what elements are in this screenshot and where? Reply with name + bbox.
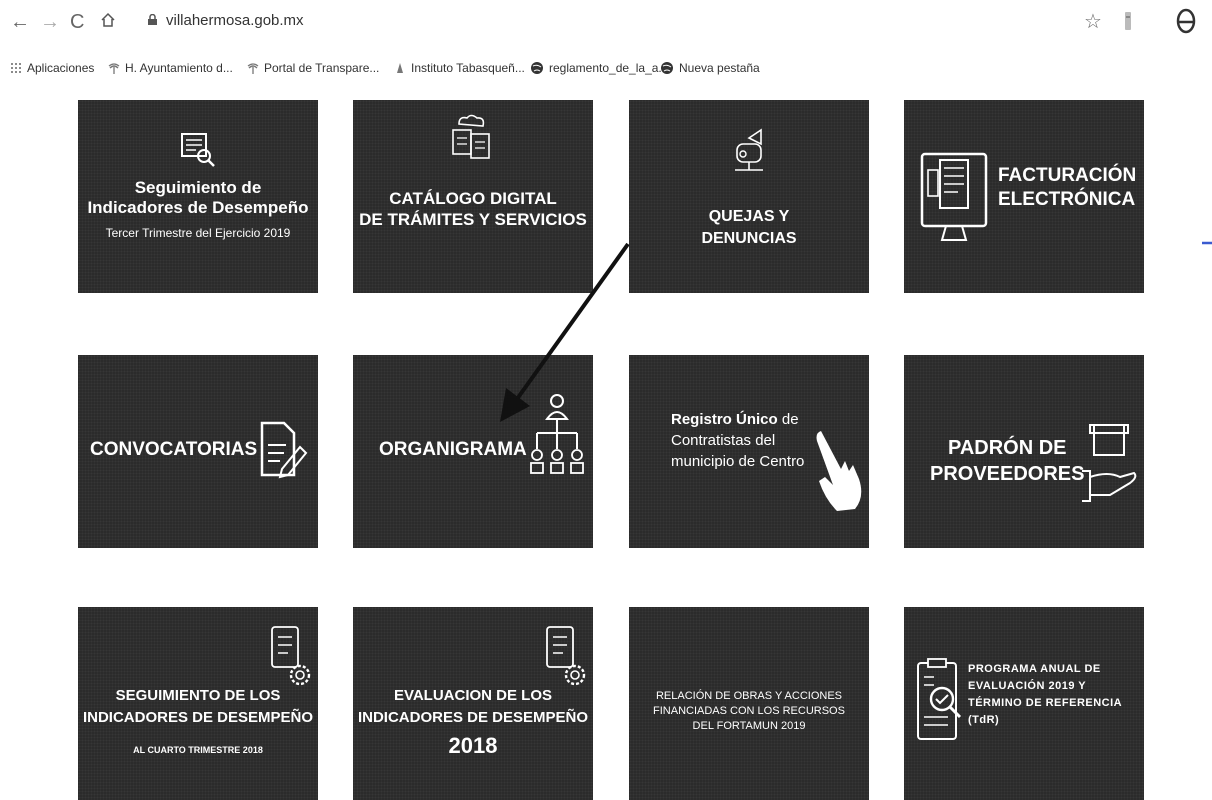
home-icon[interactable] <box>100 10 116 34</box>
globe-icon <box>661 62 673 74</box>
bookmark-portal-transparencia[interactable]: Portal de Transpare... <box>247 61 379 75</box>
extension-icon[interactable] <box>1123 12 1133 30</box>
tile-title-line: (TdR) <box>968 714 1000 726</box>
tile-padron-proveedores[interactable]: PADRÓN DE PROVEEDORES <box>904 355 1144 548</box>
tile-title-line: PROGRAMA ANUAL DE <box>968 663 1101 675</box>
tile-title-line: EVALUACIÓN 2019 Y <box>968 680 1087 692</box>
tile-seguimiento-indicadores-2018[interactable]: SEGUIMIENTO DE LOS INDICADORES DE DESEMP… <box>78 607 318 800</box>
tile-title-line: CATÁLOGO DIGITAL <box>389 189 557 208</box>
flame-icon <box>397 63 403 73</box>
profile-icon[interactable] <box>1175 8 1197 34</box>
bookmark-label: H. Ayuntamiento d... <box>125 61 233 75</box>
tile-title-line: FINANCIADAS CON LOS RECURSOS <box>653 705 845 717</box>
bookmark-label: Portal de Transpare... <box>264 61 380 75</box>
tile-facturacion-electronica[interactable]: FACTURACIÓN ELECTRÓNICA <box>904 100 1144 293</box>
tile-title-line-suffix: de <box>777 411 799 428</box>
browser-toolbar: ← → C villahermosa.gob.mx ☆ <box>0 0 1212 50</box>
bookmarks-bar: Aplicaciones H. Ayuntamiento d... Portal… <box>0 58 1212 82</box>
tile-title-line: INDICADORES DE DESEMPEÑO <box>82 709 314 726</box>
tile-title-line: municipio de Centro <box>671 453 805 470</box>
address-bar-url[interactable]: villahermosa.gob.mx <box>166 12 304 29</box>
globe-icon <box>531 62 543 74</box>
bookmark-label: reglamento_de_la_a... <box>549 61 669 75</box>
tile-title-line: TÉRMINO DE REFERENCIA <box>968 697 1123 709</box>
palm-tree-icon <box>108 63 120 74</box>
tile-title-line: QUEJAS Y <box>708 208 790 225</box>
palm-tree-icon <box>247 63 259 74</box>
document-pencil-icon <box>260 421 308 479</box>
bookmark-ayuntamiento[interactable]: H. Ayuntamiento d... <box>108 61 233 75</box>
edge-marker <box>1202 241 1212 245</box>
tile-title-line: PADRÓN DE <box>947 437 1067 459</box>
bookmark-instituto[interactable]: Instituto Tabasqueñ... <box>394 61 525 75</box>
tile-organigrama[interactable]: ORGANIGRAMA <box>353 355 593 548</box>
tile-quejas-denuncias[interactable]: QUEJAS Y DENUNCIAS <box>629 100 869 293</box>
tile-title-line: Indicadores de Desempeño <box>87 198 309 217</box>
tile-title-line: CONVOCATORIAS <box>90 439 258 460</box>
tile-catalogo-digital[interactable]: CATÁLOGO DIGITAL DE TRÁMITES Y SERVICIOS <box>353 100 593 293</box>
keyboard-search-icon <box>181 133 215 167</box>
forward-arrow-icon[interactable]: → <box>40 10 60 34</box>
hand-box-icon <box>1082 424 1137 502</box>
tile-title-line: Contratistas del <box>671 432 776 449</box>
org-chart-icon <box>530 394 584 474</box>
tile-title-line: INDICADORES DE DESEMPEÑO <box>357 709 589 726</box>
bookmark-label: Aplicaciones <box>27 61 95 75</box>
apps-grid-icon <box>11 63 21 73</box>
tile-evaluacion-indicadores-2018[interactable]: EVALUACION DE LOS INDICADORES DE DESEMPE… <box>353 607 593 800</box>
documents-cloud-icon <box>452 114 490 159</box>
tile-subtitle: Tercer Trimestre del Ejercicio 2019 <box>105 226 291 240</box>
back-arrow-icon[interactable]: ← <box>10 10 30 34</box>
tile-convocatorias[interactable]: CONVOCATORIAS <box>78 355 318 548</box>
tile-title-line: FACTURACIÓN <box>998 165 1137 186</box>
bookmark-label: Instituto Tabasqueñ... <box>411 61 525 75</box>
tile-title-line: SEGUIMIENTO DE LOS <box>115 687 281 704</box>
tile-title-line: RELACIÓN DE OBRAS Y ACCIONES <box>655 690 843 702</box>
clipboard-magnifier-icon <box>917 658 962 740</box>
reload-icon[interactable]: C <box>70 10 84 34</box>
tile-title-line: EVALUACION DE LOS <box>393 687 553 704</box>
tile-subtitle: AL CUARTO TRIMESTRE 2018 <box>133 745 263 755</box>
tile-title-line: Registro Único <box>671 411 778 428</box>
tile-title-line: Seguimiento de <box>134 178 262 197</box>
bookmark-label: Nueva pestaña <box>679 61 760 75</box>
bookmark-nueva-pestana[interactable]: Nueva pestaña <box>660 61 760 75</box>
tile-relacion-obras-fortamun[interactable]: RELACIÓN DE OBRAS Y ACCIONES FINANCIADAS… <box>629 607 869 800</box>
tile-title-line: DENUNCIAS <box>701 230 797 247</box>
bookmark-apps[interactable]: Aplicaciones <box>10 61 94 75</box>
tile-seguimiento-indicadores-2019[interactable]: Seguimiento de Indicadores de Desempeño … <box>78 100 318 293</box>
tile-registro-unico-contratistas[interactable]: Registro Único de Contratistas del munic… <box>629 355 869 548</box>
tile-title-line: PROVEEDORES <box>930 463 1085 485</box>
tile-title-line: DEL FORTAMUN 2019 <box>692 720 806 732</box>
tile-year: 2018 <box>448 733 498 758</box>
lock-icon <box>148 14 157 25</box>
bookmark-star-icon[interactable]: ☆ <box>1084 9 1102 34</box>
tile-title-line: ORGANIGRAMA <box>379 439 527 460</box>
tile-programa-anual-evaluacion[interactable]: PROGRAMA ANUAL DE EVALUACIÓN 2019 Y TÉRM… <box>904 607 1144 800</box>
bookmark-reglamento[interactable]: reglamento_de_la_a... <box>530 61 668 75</box>
megaphone-mailbox-icon <box>735 128 763 171</box>
computer-invoice-icon <box>920 152 988 241</box>
tile-title-line: DE TRÁMITES Y SERVICIOS <box>359 210 587 229</box>
hand-pointer-icon <box>816 431 862 511</box>
tile-title-line: ELECTRÓNICA <box>998 189 1136 210</box>
